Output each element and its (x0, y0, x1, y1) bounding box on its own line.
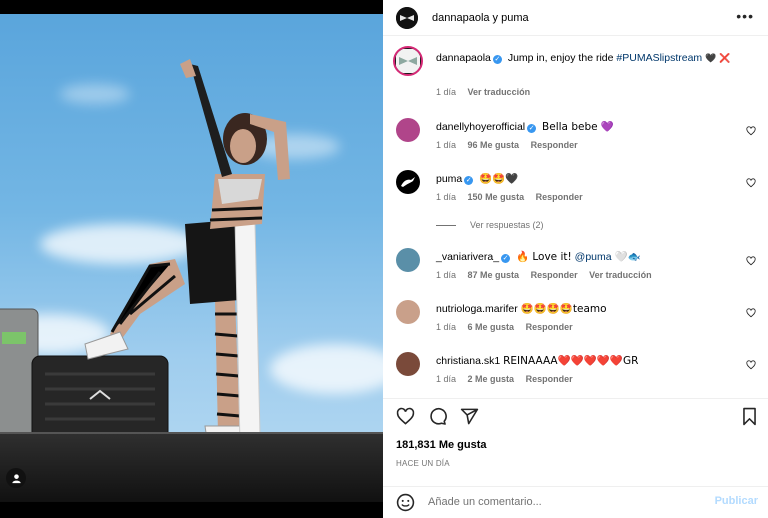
post-media[interactable] (0, 0, 383, 518)
share-icon[interactable] (460, 407, 479, 426)
post-button[interactable]: Publicar (715, 495, 758, 507)
instagram-post-view: dannapaola y puma ••• dannapaola ✓ Jump i… (0, 0, 768, 518)
conveyor-platform (0, 434, 383, 502)
emoji-icon[interactable] (396, 493, 415, 512)
post-actions: 181,831 Me gusta HACE UN DÍA (383, 398, 768, 486)
tagged-users-button[interactable] (6, 468, 26, 488)
likes-count[interactable]: 181,831 Me gusta (396, 439, 487, 451)
comment-username[interactable]: puma (436, 173, 462, 185)
comment-time: 1 día (436, 322, 457, 332)
bookmark-icon[interactable] (741, 407, 758, 426)
comment-likes[interactable]: 2 Me gusta (468, 374, 515, 384)
reply-button[interactable]: Responder (526, 374, 573, 384)
comment-time: 1 día (436, 192, 457, 202)
comment-input[interactable] (428, 493, 698, 511)
comment-username[interactable]: danellyhoyerofficial (436, 121, 525, 133)
reply-button[interactable]: Responder (531, 140, 578, 150)
comment-text: 🔥 Love it! (515, 251, 572, 263)
ellipsis-icon[interactable]: ••• (736, 9, 754, 23)
comment-username[interactable]: christiana.sk1 (436, 355, 500, 367)
author-avatar[interactable] (396, 6, 418, 29)
comment-likes[interactable]: 6 Me gusta (468, 322, 515, 332)
comment-composer: Publicar (383, 486, 768, 518)
caption-emojis: 🖤 ❌ (705, 54, 731, 64)
model-figure (0, 59, 331, 460)
comment-mention[interactable]: @puma (575, 251, 612, 263)
user-icon (11, 473, 21, 483)
post-time: HACE UN DÍA (396, 459, 450, 468)
like-heart-icon[interactable] (746, 126, 756, 136)
bow-logo-icon (396, 49, 420, 73)
comment-username[interactable]: nutriologa.marifer (436, 303, 518, 315)
comments-list[interactable]: dannapaola ✓ Jump in, enjoy the ride #PUM… (383, 36, 768, 398)
comment-text: Bella bebe 💜 (542, 121, 614, 133)
verified-badge-icon: ✓ (527, 124, 537, 133)
comment-text: 🤩🤩🤩🤩teamo (520, 303, 607, 315)
view-replies-button[interactable]: Ver respuestas (2) (436, 220, 544, 230)
verified-badge-icon: ✓ (464, 176, 474, 185)
comment-text: REINAAAA❤️❤️❤️❤️❤️GR (503, 355, 639, 367)
post-photo (0, 14, 383, 502)
comment-icon[interactable] (428, 407, 447, 426)
like-heart-icon[interactable] (746, 256, 756, 266)
comment-likes[interactable]: 150 Me gusta (468, 192, 525, 202)
comment-text: 🤩🤩🖤 (479, 173, 519, 185)
reply-button[interactable]: Responder (531, 270, 578, 280)
caption-time: 1 día (436, 87, 457, 97)
comment-text-after: 🤍🐟 (614, 251, 641, 263)
comment-time: 1 día (436, 374, 457, 384)
heart-icon[interactable] (396, 407, 415, 426)
commenter-avatar[interactable] (396, 248, 420, 272)
comment-time: 1 día (436, 270, 457, 280)
commenter-avatar[interactable] (396, 300, 420, 324)
caption-username[interactable]: dannapaola (436, 52, 491, 64)
comment-likes[interactable]: 96 Me gusta (468, 140, 520, 150)
puma-logo-icon (401, 177, 415, 187)
like-heart-icon[interactable] (746, 178, 756, 188)
header-title[interactable]: dannapaola y puma (432, 12, 529, 24)
verified-badge-icon: ✓ (501, 254, 511, 263)
like-heart-icon[interactable] (746, 360, 756, 370)
comment-username[interactable]: _vaniarivera_ (436, 251, 499, 263)
translate-button[interactable]: Ver traducción (589, 270, 652, 280)
reply-button[interactable]: Responder (536, 192, 583, 202)
post-details-panel: dannapaola y puma ••• dannapaola ✓ Jump i… (383, 0, 768, 518)
reply-button[interactable]: Responder (526, 322, 573, 332)
like-heart-icon[interactable] (746, 308, 756, 318)
comment-time: 1 día (436, 140, 457, 150)
commenter-avatar[interactable] (396, 352, 420, 376)
commenter-avatar[interactable] (396, 170, 420, 194)
bow-logo-icon (396, 6, 418, 29)
commenter-avatar[interactable] (396, 118, 420, 142)
caption-text: Jump in, enjoy the ride (507, 52, 614, 64)
author-avatar[interactable] (393, 46, 423, 76)
caption-hashtag[interactable]: #PUMASlipstream (616, 52, 702, 64)
translate-button[interactable]: Ver traducción (468, 87, 531, 97)
post-header: dannapaola y puma ••• (383, 0, 768, 36)
comment-likes[interactable]: 87 Me gusta (468, 270, 520, 280)
verified-badge-icon: ✓ (492, 55, 502, 64)
